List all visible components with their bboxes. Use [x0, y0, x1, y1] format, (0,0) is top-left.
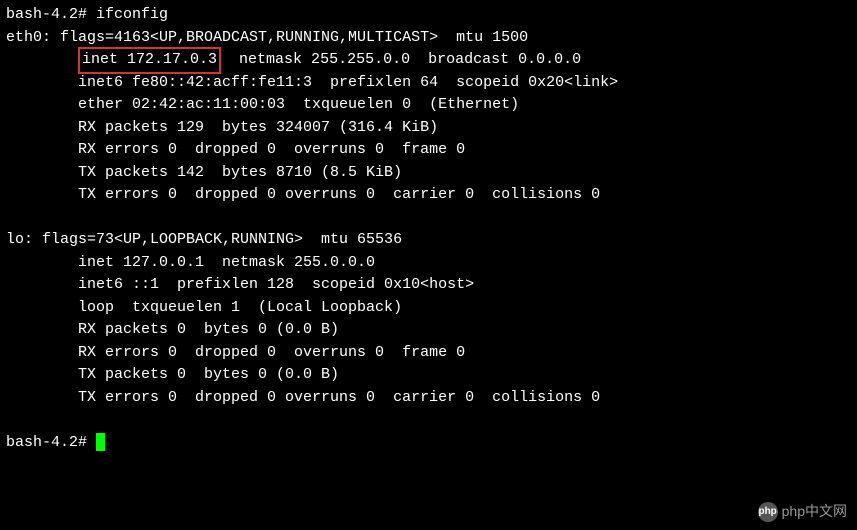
indent — [6, 51, 78, 68]
lo-header: lo: flags=73<UP,LOOPBACK,RUNNING> mtu 65… — [6, 229, 851, 252]
cursor-icon — [96, 433, 105, 451]
eth0-rx-errors: RX errors 0 dropped 0 overruns 0 frame 0 — [6, 139, 851, 162]
eth0-inet-ip: inet 172.17.0.3 — [82, 51, 217, 68]
watermark-text: php中文网 — [782, 501, 847, 522]
blank-line-1 — [6, 207, 851, 230]
ip-highlight-box: inet 172.17.0.3 — [78, 47, 221, 74]
command-ifconfig: ifconfig — [96, 6, 168, 23]
eth0-inet-line: inet 172.17.0.3 netmask 255.255.0.0 broa… — [6, 49, 851, 72]
shell-prompt-2: bash-4.2# — [6, 434, 96, 451]
eth0-ether: ether 02:42:ac:11:00:03 txqueuelen 0 (Et… — [6, 94, 851, 117]
eth0-rx-packets: RX packets 129 bytes 324007 (316.4 KiB) — [6, 117, 851, 140]
watermark: php php中文网 — [758, 501, 847, 522]
eth0-header: eth0: flags=4163<UP,BROADCAST,RUNNING,MU… — [6, 27, 851, 50]
prompt-line-1[interactable]: bash-4.2# ifconfig — [6, 4, 851, 27]
shell-prompt: bash-4.2# — [6, 6, 96, 23]
lo-tx-errors: TX errors 0 dropped 0 overruns 0 carrier… — [6, 387, 851, 410]
lo-inet: inet 127.0.0.1 netmask 255.0.0.0 — [6, 252, 851, 275]
eth0-tx-packets: TX packets 142 bytes 8710 (8.5 KiB) — [6, 162, 851, 185]
eth0-inet-rest: netmask 255.255.0.0 broadcast 0.0.0.0 — [221, 51, 581, 68]
eth0-tx-errors: TX errors 0 dropped 0 overruns 0 carrier… — [6, 184, 851, 207]
eth0-inet6: inet6 fe80::42:acff:fe11:3 prefixlen 64 … — [6, 72, 851, 95]
prompt-line-2[interactable]: bash-4.2# — [6, 432, 851, 455]
lo-tx-packets: TX packets 0 bytes 0 (0.0 B) — [6, 364, 851, 387]
php-logo-icon: php — [758, 502, 778, 522]
lo-rx-packets: RX packets 0 bytes 0 (0.0 B) — [6, 319, 851, 342]
lo-loop: loop txqueuelen 1 (Local Loopback) — [6, 297, 851, 320]
blank-line-2 — [6, 409, 851, 432]
lo-rx-errors: RX errors 0 dropped 0 overruns 0 frame 0 — [6, 342, 851, 365]
lo-inet6: inet6 ::1 prefixlen 128 scopeid 0x10<hos… — [6, 274, 851, 297]
